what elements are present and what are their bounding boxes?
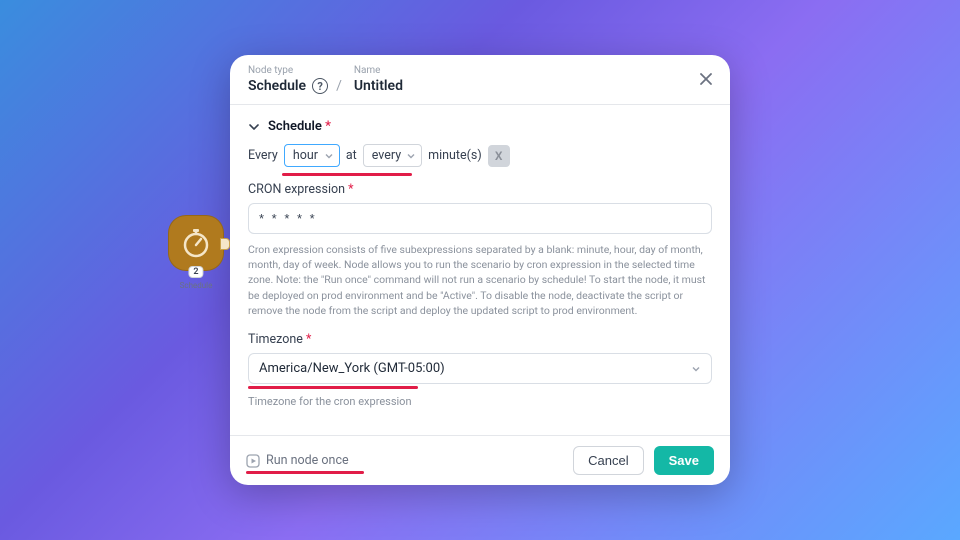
app-background: 2 Schedule Node type Schedule ? / Name U…	[0, 0, 960, 540]
breadcrumb-separator: /	[334, 78, 344, 94]
chevron-down-icon	[690, 363, 702, 375]
interval-at: at	[346, 148, 357, 163]
modal-footer: Run node once Cancel Save	[230, 435, 730, 485]
header-name: Name Untitled	[354, 65, 403, 94]
modal-header: Node type Schedule ? / Name Untitled	[230, 55, 730, 105]
cron-label: CRON expression *	[248, 182, 712, 197]
annotation-underline	[246, 471, 364, 474]
save-button[interactable]: Save	[654, 446, 714, 475]
node-shape[interactable]: 2	[168, 215, 224, 271]
timezone-select[interactable]: America/New_York (GMT-05:00)	[248, 353, 712, 384]
section-header[interactable]: Schedule *	[248, 119, 712, 134]
close-icon	[698, 71, 714, 87]
interval-unit-value: hour	[293, 148, 318, 163]
interval-row: Every hour at every minute(s) X	[248, 144, 712, 167]
annotation-underline	[248, 386, 418, 389]
stopwatch-icon	[179, 226, 213, 260]
node-label: Schedule	[156, 281, 236, 290]
run-node-once-button[interactable]: Run node once	[246, 453, 349, 468]
modal-body: Schedule * Every hour at every minute(s)…	[230, 105, 730, 435]
node-type-value: Schedule	[248, 78, 306, 94]
name-label: Name	[354, 65, 403, 76]
cancel-button[interactable]: Cancel	[573, 446, 643, 475]
section-title: Schedule	[268, 119, 322, 134]
annotation-underline	[282, 173, 412, 176]
node-type-label: Node type	[248, 65, 344, 76]
timezone-help-text: Timezone for the cron expression	[248, 395, 712, 408]
node-badge: 2	[188, 266, 203, 278]
interval-prefix: Every	[248, 148, 278, 163]
interval-minute-select[interactable]: every	[363, 144, 422, 167]
interval-unit-select[interactable]: hour	[284, 144, 340, 167]
clear-interval-button[interactable]: X	[488, 145, 510, 167]
timezone-value: America/New_York (GMT-05:00)	[259, 361, 445, 376]
header-node-type: Node type Schedule ? /	[248, 65, 344, 94]
close-button[interactable]	[696, 69, 716, 89]
interval-suffix: minute(s)	[428, 148, 482, 163]
chevron-down-icon	[406, 151, 416, 161]
cron-input[interactable]	[248, 203, 712, 234]
timezone-label: Timezone *	[248, 332, 712, 347]
help-icon[interactable]: ?	[312, 78, 328, 94]
play-icon	[246, 454, 260, 468]
cron-help-text: Cron expression consists of five subexpr…	[248, 242, 712, 318]
schedule-modal: 2 Schedule Node type Schedule ? / Name U…	[230, 55, 730, 485]
name-value[interactable]: Untitled	[354, 78, 403, 94]
node-graphic: 2 Schedule	[156, 215, 236, 290]
chevron-down-icon	[324, 151, 334, 161]
node-connector	[220, 238, 230, 250]
chevron-down-icon	[248, 121, 260, 133]
run-once-label: Run node once	[266, 453, 349, 468]
required-asterisk: *	[325, 119, 331, 134]
interval-minute-value: every	[372, 148, 401, 163]
